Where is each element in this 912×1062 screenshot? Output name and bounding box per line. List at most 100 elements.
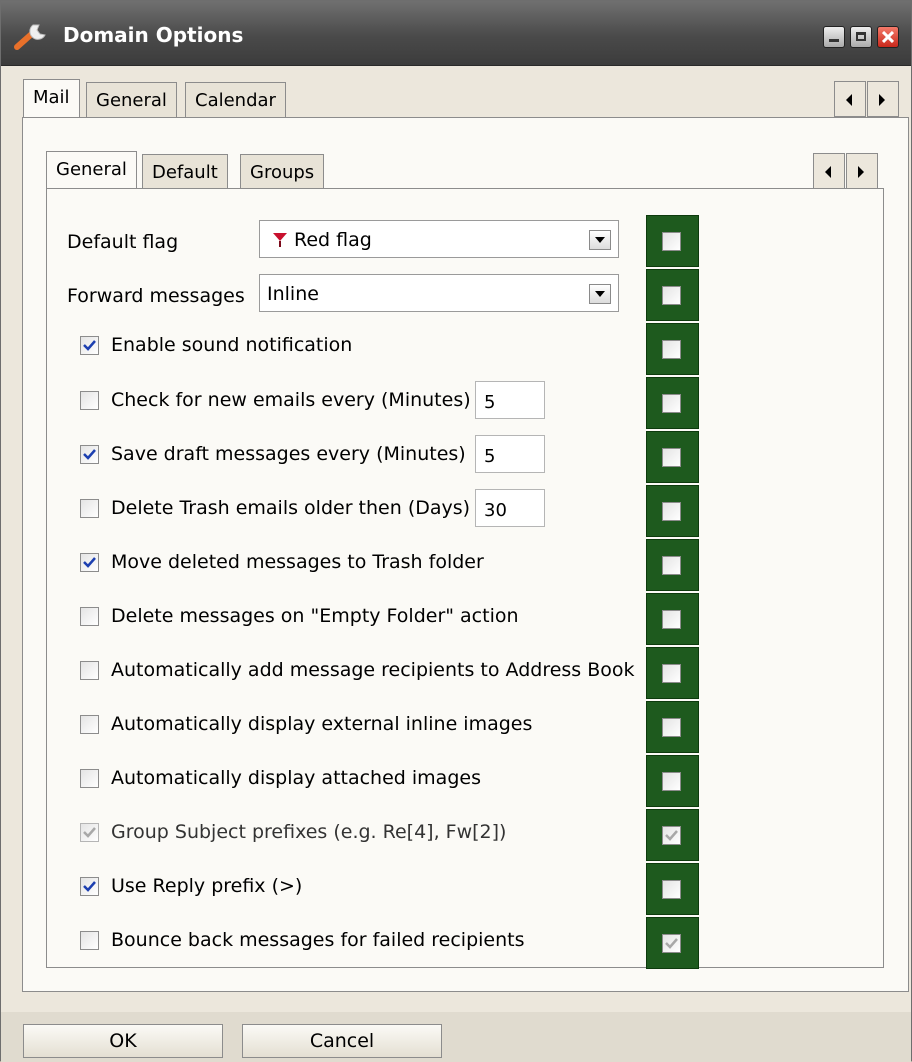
option-checkbox[interactable] [80,769,99,788]
option-checkbox[interactable] [80,336,99,355]
forward-messages-dropdown-button[interactable] [589,284,611,304]
option-checkbox[interactable] [80,445,99,464]
arrow-left-icon [825,166,831,178]
lock-cell [646,809,699,861]
tab-label: Calendar [195,90,276,111]
lock-cell [646,539,699,591]
option-label: Group Subject prefixes (e.g. Re[4], Fw[2… [111,821,507,843]
minimize-button[interactable] [823,26,845,48]
lock-cell [646,269,699,321]
tab-label: General [96,90,167,111]
outer-tab-scroll-right-button[interactable] [867,81,899,117]
red-flag-icon [273,233,287,247]
tab-label: Groups [250,162,315,183]
ok-label: OK [109,1030,137,1052]
tab-calendar[interactable]: Calendar [185,82,286,118]
tab-inner-groups[interactable]: Groups [240,154,325,190]
lock-cell [646,485,699,537]
maximize-button[interactable] [850,26,872,48]
tab-label: Mail [33,87,70,108]
cancel-button[interactable]: Cancel [242,1024,442,1058]
lock-checkbox[interactable] [662,556,681,575]
lock-cell [646,377,699,429]
option-label: Enable sound notification [111,334,353,356]
lock-checkbox[interactable] [662,340,681,359]
lock-cell [646,701,699,753]
default-flag-dropdown-button[interactable] [589,230,611,250]
option-label: Automatically display external inline im… [111,713,533,735]
lock-checkbox[interactable] [662,448,681,467]
lock-cell [646,647,699,699]
tab-inner-default[interactable]: Default [142,154,228,190]
window-title: Domain Options [63,23,244,47]
arrow-left-icon [846,94,852,106]
chevron-down-icon [595,291,605,297]
lock-checkbox[interactable] [662,502,681,521]
lock-cell [646,755,699,807]
tab-general[interactable]: General [86,82,177,118]
ok-button[interactable]: OK [23,1024,223,1058]
arrow-right-icon [858,166,864,178]
lock-cell [646,593,699,645]
inner-tab-scroll-right-button[interactable] [846,153,878,189]
lock-checkbox[interactable] [662,394,681,413]
lock-cell [646,863,699,915]
minimize-icon [829,39,839,42]
lock-checkbox[interactable] [662,934,681,953]
lock-checkbox[interactable] [662,880,681,899]
default-flag-value: Red flag [294,229,372,251]
tab-label: General [56,159,127,180]
option-label: Automatically add message recipients to … [111,659,635,681]
lock-checkbox[interactable] [662,718,681,737]
option-checkbox[interactable] [80,607,99,626]
tab-inner-general[interactable]: General [46,151,137,191]
maximize-icon [856,32,866,41]
option-value-input[interactable]: 5 [475,381,545,419]
option-label: Save draft messages every (Minutes) [111,443,466,465]
option-checkbox[interactable] [80,553,99,572]
title-bar[interactable]: Domain Options [1,1,911,66]
option-checkbox[interactable] [80,499,99,518]
option-label: Use Reply prefix (>) [111,875,303,897]
lock-checkbox[interactable] [662,664,681,683]
option-value-input[interactable]: 5 [475,435,545,473]
close-icon [882,31,894,43]
option-checkbox [80,823,99,842]
option-checkbox[interactable] [80,391,99,410]
arrow-right-icon [879,94,885,106]
forward-messages-select[interactable]: Inline [259,274,619,312]
tab-mail[interactable]: Mail [23,79,80,119]
option-value: 5 [484,446,496,467]
outer-tab-scroll-left-button[interactable] [834,81,866,117]
option-checkbox[interactable] [80,877,99,896]
option-label: Bounce back messages for failed recipien… [111,929,525,951]
option-checkbox[interactable] [80,661,99,680]
option-checkbox[interactable] [80,931,99,950]
option-label: Move deleted messages to Trash folder [111,551,484,573]
option-label: Delete Trash emails older then (Days) [111,497,471,519]
close-button[interactable] [877,26,899,48]
option-value-input[interactable]: 30 [475,489,545,527]
forward-messages-value: Inline [267,283,319,305]
chevron-down-icon [595,237,605,243]
lock-checkbox[interactable] [662,826,681,845]
option-value: 5 [484,392,496,413]
inner-tab-scroll-left-button[interactable] [813,153,845,189]
option-checkbox[interactable] [80,715,99,734]
option-label: Delete messages on "Empty Folder" action [111,605,519,627]
default-flag-label: Default flag [67,231,179,253]
lock-cell [646,917,699,969]
wrench-icon [14,24,46,50]
option-value: 30 [484,500,507,521]
lock-checkbox[interactable] [662,772,681,791]
lock-checkbox[interactable] [662,232,681,251]
default-flag-select[interactable]: Red flag [259,220,619,258]
cancel-label: Cancel [309,1030,375,1052]
lock-checkbox[interactable] [662,610,681,629]
lock-checkbox[interactable] [662,286,681,305]
forward-messages-label: Forward messages [67,285,245,307]
lock-cell [646,431,699,483]
option-label: Automatically display attached images [111,767,481,789]
lock-cell [646,215,699,267]
tab-label: Default [152,162,218,183]
